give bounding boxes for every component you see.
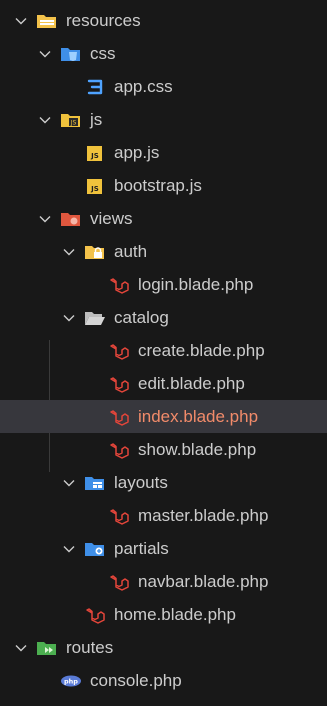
file-row-show-blade-php[interactable]: show.blade.php (0, 433, 327, 466)
file-row-master-blade-php[interactable]: master.blade.php (0, 499, 327, 532)
item-label: js (90, 109, 103, 129)
blade-file-icon (84, 606, 106, 624)
open-folder-icon (84, 309, 106, 327)
blade-file-icon (108, 573, 130, 591)
item-label: show.blade.php (138, 439, 257, 459)
chevron-down-icon[interactable] (36, 210, 54, 228)
item-label: console.php (90, 670, 182, 690)
folder-row-routes[interactable]: routes (0, 631, 327, 664)
item-label: index.blade.php (138, 406, 259, 426)
views-folder-icon (60, 210, 82, 228)
item-label: auth (114, 241, 148, 261)
chevron-down-icon[interactable] (36, 45, 54, 63)
blade-file-icon (108, 441, 130, 459)
folder-row-js[interactable]: JS js (0, 103, 327, 136)
item-label: resources (66, 10, 141, 30)
item-label: partials (114, 538, 169, 558)
file-row-console-php[interactable]: php console.php (0, 664, 327, 697)
item-label: app.css (114, 76, 173, 96)
item-label: views (90, 208, 133, 228)
item-label: app.js (114, 142, 160, 162)
css-folder-icon (60, 45, 82, 63)
folder-row-resources[interactable]: resources (0, 4, 327, 37)
svg-text:php: php (64, 677, 78, 685)
folder-row-css[interactable]: css (0, 37, 327, 70)
chevron-down-icon[interactable] (60, 540, 78, 558)
svg-text:JS: JS (70, 119, 77, 126)
blade-file-icon (108, 342, 130, 360)
chevron-down-icon[interactable] (60, 309, 78, 327)
file-row-navbar-blade-php[interactable]: navbar.blade.php (0, 565, 327, 598)
php-file-icon: php (60, 672, 82, 690)
blade-file-icon (108, 375, 130, 393)
layouts-folder-icon (84, 474, 106, 492)
item-label: css (90, 43, 116, 63)
blade-file-icon (108, 507, 130, 525)
item-label: bootstrap.js (114, 175, 202, 195)
blade-file-icon (108, 276, 130, 294)
svg-text:JS: JS (90, 152, 99, 160)
auth-folder-icon (84, 243, 106, 261)
css-file-icon (84, 78, 106, 96)
chevron-down-icon[interactable] (12, 639, 30, 657)
chevron-down-icon[interactable] (60, 474, 78, 492)
item-label: home.blade.php (114, 604, 236, 624)
item-label: catalog (114, 307, 169, 327)
file-row-app-css[interactable]: app.css (0, 70, 327, 103)
file-row-create-blade-php[interactable]: create.blade.php (0, 334, 327, 367)
item-label: create.blade.php (138, 340, 265, 360)
item-label: edit.blade.php (138, 373, 245, 393)
folder-row-views[interactable]: views (0, 202, 327, 235)
js-file-icon: JS (84, 144, 106, 162)
chevron-down-icon[interactable] (36, 111, 54, 129)
folder-row-catalog[interactable]: catalog (0, 301, 327, 334)
svg-text:JS: JS (90, 185, 99, 193)
file-row-index-blade-php[interactable]: index.blade.php (0, 400, 327, 433)
item-label: navbar.blade.php (138, 571, 269, 591)
item-label: login.blade.php (138, 274, 254, 294)
file-row-home-blade-php[interactable]: home.blade.php (0, 598, 327, 631)
file-row-edit-blade-php[interactable]: edit.blade.php (0, 367, 327, 400)
js-folder-icon: JS (60, 111, 82, 129)
file-explorer-tree: resources css app.css JS js JS app.js JS bootstr… (0, 0, 327, 706)
file-row-bootstrap-js[interactable]: JS bootstrap.js (0, 169, 327, 202)
item-label: layouts (114, 472, 168, 492)
file-row-app-js[interactable]: JS app.js (0, 136, 327, 169)
folder-row-partials[interactable]: partials (0, 532, 327, 565)
resources-folder-icon (36, 12, 58, 30)
chevron-down-icon[interactable] (60, 243, 78, 261)
chevron-down-icon[interactable] (12, 12, 30, 30)
js-file-icon: JS (84, 177, 106, 195)
blade-file-icon (108, 408, 130, 426)
partials-folder-icon (84, 540, 106, 558)
folder-row-layouts[interactable]: layouts (0, 466, 327, 499)
routes-folder-icon (36, 639, 58, 657)
item-label: routes (66, 637, 114, 657)
folder-row-auth[interactable]: auth (0, 235, 327, 268)
file-row-login-blade-php[interactable]: login.blade.php (0, 268, 327, 301)
item-label: master.blade.php (138, 505, 269, 525)
